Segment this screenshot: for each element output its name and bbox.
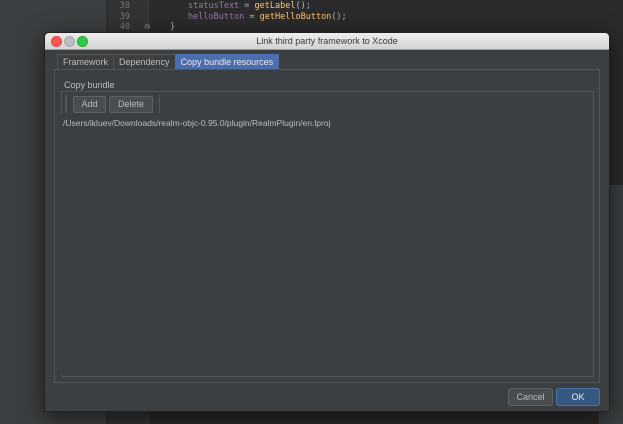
line-number: 38 (119, 1, 130, 11)
dialog-titlebar[interactable]: Link third party framework to Xcode (45, 33, 609, 50)
tab-dependency[interactable]: Dependency (113, 54, 176, 70)
list-item[interactable]: /Users/ikluev/Downloads/realm-objc-0.95.… (63, 117, 330, 129)
bundle-resources-list[interactable] (61, 115, 592, 375)
group-title: Copy bundle (64, 80, 115, 90)
code-brace: } (170, 22, 176, 32)
code-tail: (); (331, 12, 347, 22)
tab-framework[interactable]: Framework (57, 54, 115, 70)
code-function: getLabel (254, 1, 296, 11)
delete-button[interactable]: Delete (109, 96, 153, 113)
code-variable: statusText (188, 1, 240, 11)
tab-bar: Framework Dependency Copy bundle resourc… (57, 54, 280, 70)
code-line: helloButton = getHelloButton(); (188, 12, 347, 23)
add-button[interactable]: Add (73, 96, 106, 113)
code-operator: = (239, 1, 255, 11)
ok-button[interactable]: OK (556, 388, 600, 406)
code-variable: helloButton (188, 12, 245, 22)
code-function: getHelloButton (259, 12, 332, 22)
cancel-button[interactable]: Cancel (508, 388, 553, 406)
code-tail: (); (295, 1, 311, 11)
link-framework-dialog: Link third party framework to Xcode Fram… (44, 32, 610, 412)
fold-marker-icon[interactable]: ⊖ (144, 22, 151, 31)
dialog-title: Link third party framework to Xcode (256, 36, 398, 46)
tab-copy-bundle-resources[interactable]: Copy bundle resources (174, 54, 280, 70)
code-line: statusText = getLabel(); (188, 1, 311, 12)
code-operator: = (244, 12, 260, 22)
